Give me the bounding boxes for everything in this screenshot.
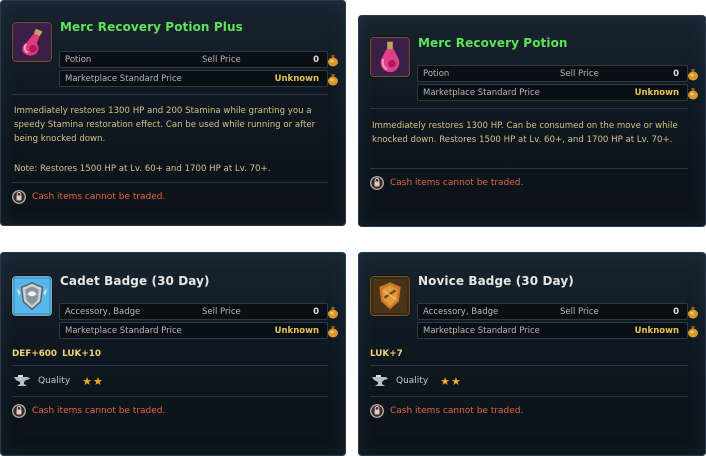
quality-stars: ★★ [440,374,462,388]
market-price-value: Unknown [274,326,319,336]
anvil-icon [372,375,388,386]
item-tooltip-novice-badge: Novice Badge (30 Day) Accessory, Badge S… [358,252,706,456]
sell-price-row: Accessory, Badge Sell Price 0 [59,303,338,320]
cash-notice-text: Cash items cannot be traded. [390,406,524,416]
market-price-row: Marketplace Standard Price Unknown [417,84,698,101]
sell-price-row: Potion Sell Price 0 [59,51,338,68]
money-bag-icon [328,307,338,319]
money-bag-icon [328,326,338,338]
cash-notice-text: Cash items cannot be traded. [32,192,166,202]
separator [370,396,688,397]
item-tooltip-merc-recovery-potion-plus: Merc Recovery Potion Plus Potion Sell Pr… [0,0,346,226]
item-name: Merc Recovery Potion Plus [60,20,243,34]
item-type: Potion [423,69,450,79]
pink-potion-icon [12,22,52,62]
cash-notice: Cash items cannot be traded. [12,404,165,418]
market-price-label: Marketplace Standard Price [65,326,182,336]
sell-price-value: 0 [313,55,319,65]
market-price-value: Unknown [634,326,679,336]
money-bag-icon [688,69,698,81]
item-type: Potion [65,55,92,65]
sell-price-value: 0 [673,69,679,79]
item-name: Cadet Badge (30 Day) [60,274,210,288]
separator [12,94,328,95]
separator [12,396,328,397]
quality-row: Quality ★★ [370,372,462,390]
cash-notice: Cash items cannot be traded. [12,190,165,204]
separator [12,365,328,366]
money-bag-icon [328,55,338,67]
money-bag-icon [328,74,338,86]
cash-lock-icon [12,404,26,418]
money-bag-icon [688,307,698,319]
quality-label: Quality [38,376,71,386]
item-tooltip-merc-recovery-potion: Merc Recovery Potion Potion Sell Price 0… [358,15,706,227]
sell-price-label: Sell Price [202,55,241,65]
silver-badge-icon [12,276,52,316]
anvil-icon [14,375,30,386]
cash-lock-icon [12,190,26,204]
market-price-value: Unknown [634,88,679,98]
item-note: Note: Restores 1500 HP at Lv. 60+ and 17… [14,164,271,174]
item-name: Merc Recovery Potion [418,36,568,50]
separator [370,168,688,169]
cash-lock-icon [370,404,384,418]
sell-price-row: Accessory, Badge Sell Price 0 [417,303,698,320]
market-price-label: Marketplace Standard Price [423,88,540,98]
item-name: Novice Badge (30 Day) [418,274,574,288]
pink-potion-icon [370,37,410,77]
sell-price-value: 0 [313,307,319,317]
sell-price-label: Sell Price [560,307,599,317]
market-price-label: Marketplace Standard Price [65,74,182,84]
cash-notice-text: Cash items cannot be traded. [32,406,166,416]
separator [370,365,688,366]
money-bag-icon [688,88,698,100]
cash-notice-text: Cash items cannot be traded. [390,178,524,188]
item-type: Accessory, Badge [423,307,499,317]
bronze-badge-icon [370,276,410,316]
sell-price-row: Potion Sell Price 0 [417,65,698,82]
market-price-row: Marketplace Standard Price Unknown [417,322,698,339]
quality-row: Quality ★★ [12,372,104,390]
cash-lock-icon [370,176,384,190]
item-description: Immediately restores 1300 HP and 200 Sta… [14,106,316,144]
item-tooltip-cadet-badge: Cadet Badge (30 Day) Accessory, Badge Se… [0,252,346,456]
market-price-value: Unknown [274,74,319,84]
item-stats: DEF+600 LUK+10 [12,349,101,359]
separator [370,108,688,109]
market-price-row: Marketplace Standard Price Unknown [59,322,338,339]
quality-label: Quality [396,376,429,386]
market-price-row: Marketplace Standard Price Unknown [59,70,338,87]
market-price-label: Marketplace Standard Price [423,326,540,336]
sell-price-value: 0 [673,307,679,317]
cash-notice: Cash items cannot be traded. [370,176,523,190]
separator [12,182,328,183]
item-description: Immediately restores 1300 HP. Can be con… [372,121,678,145]
quality-stars: ★★ [82,374,104,388]
item-stats: LUK+7 [370,349,403,359]
sell-price-label: Sell Price [202,307,241,317]
money-bag-icon [688,326,698,338]
sell-price-label: Sell Price [560,69,599,79]
item-type: Accessory, Badge [65,307,141,317]
cash-notice: Cash items cannot be traded. [370,404,523,418]
